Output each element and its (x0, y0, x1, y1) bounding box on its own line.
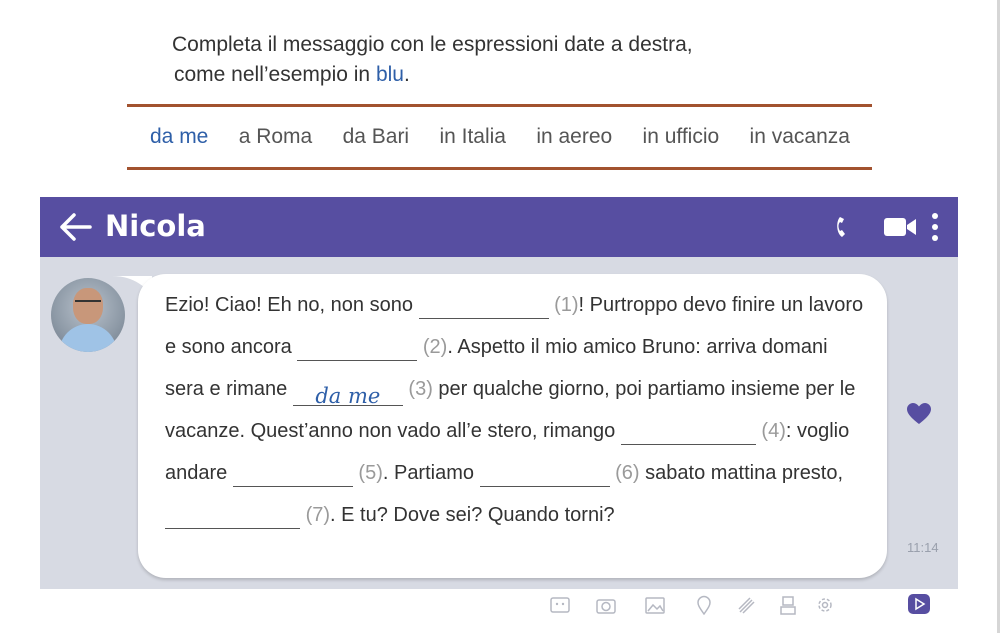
instructions-blue-word: blu (375, 63, 404, 86)
message-text: Ezio! Ciao! Eh no, non sono (1)! Purtrop… (165, 284, 865, 536)
blank-7[interactable] (165, 499, 300, 529)
message-segment: . E tu? Dove sei? Quando torni? (330, 504, 615, 526)
message-input-bar[interactable] (40, 589, 958, 617)
blank-number-1: (1) (554, 294, 579, 316)
option-da-bari: da Bari (342, 125, 410, 148)
blank-number-4: (4) (761, 420, 786, 442)
blank-5[interactable] (232, 457, 353, 487)
video-camera-icon[interactable] (883, 215, 917, 239)
blank-number-7: (7) (305, 504, 331, 526)
option-a-roma: a Roma (238, 125, 313, 148)
blank-3[interactable]: da me (292, 376, 403, 408)
camera-icon[interactable] (595, 595, 617, 615)
back-arrow-icon[interactable] (58, 211, 92, 243)
settings-icon[interactable] (814, 595, 836, 615)
location-icon[interactable] (693, 595, 715, 615)
blank-6[interactable] (479, 457, 610, 487)
message-segment: sabato mattina presto, (645, 462, 844, 484)
message-segment: . Partiamo (382, 462, 475, 484)
blank-number-5: (5) (358, 462, 383, 484)
chat-window: Nicola Ezio! Ciao! Eh no, non sono (1)! … (40, 197, 958, 617)
blank-4[interactable] (620, 415, 756, 445)
more-vertical-icon[interactable] (930, 211, 940, 243)
contact-icon[interactable] (777, 595, 799, 615)
blank-2[interactable] (297, 331, 418, 361)
instructions-period: . (403, 63, 410, 86)
message-time: 11:14 (907, 540, 939, 555)
instructions-line-2-text: come nell’esempio in (174, 63, 376, 86)
option-in-italia: in Italia (439, 125, 506, 148)
chat-header: Nicola (40, 197, 958, 257)
expression-options: da me a Roma da Bari in Italia in aereo … (127, 104, 872, 170)
attach-icon[interactable] (735, 595, 757, 615)
contact-name: Nicola (105, 209, 206, 243)
image-icon[interactable] (644, 595, 666, 615)
option-in-ufficio: in ufficio (642, 125, 720, 148)
phone-icon[interactable] (832, 213, 856, 241)
exercise-instructions: Completa il messaggio con le espressioni… (172, 30, 693, 90)
message-segment: Ezio! Ciao! Eh no, non sono (165, 294, 413, 316)
blank-number-6: (6) (615, 462, 640, 484)
option-in-aereo: in aereo (536, 125, 613, 148)
blank-number-2: (2) (422, 336, 448, 358)
option-da-me: da me (150, 125, 209, 148)
example-answer: da me (315, 384, 381, 408)
heart-icon[interactable] (906, 402, 932, 426)
message-bubble: Ezio! Ciao! Eh no, non sono (1)! Purtrop… (138, 274, 887, 578)
blank-1[interactable] (418, 289, 549, 319)
instructions-line-1: Completa il messaggio con le espressioni… (172, 33, 693, 56)
sticker-icon[interactable] (549, 595, 571, 615)
blank-number-3: (3) (408, 378, 433, 400)
instructions-line-2: come nell’esempio in blu. (172, 60, 693, 90)
send-icon[interactable] (908, 594, 930, 614)
option-in-vacanza: in vacanza (749, 125, 850, 148)
